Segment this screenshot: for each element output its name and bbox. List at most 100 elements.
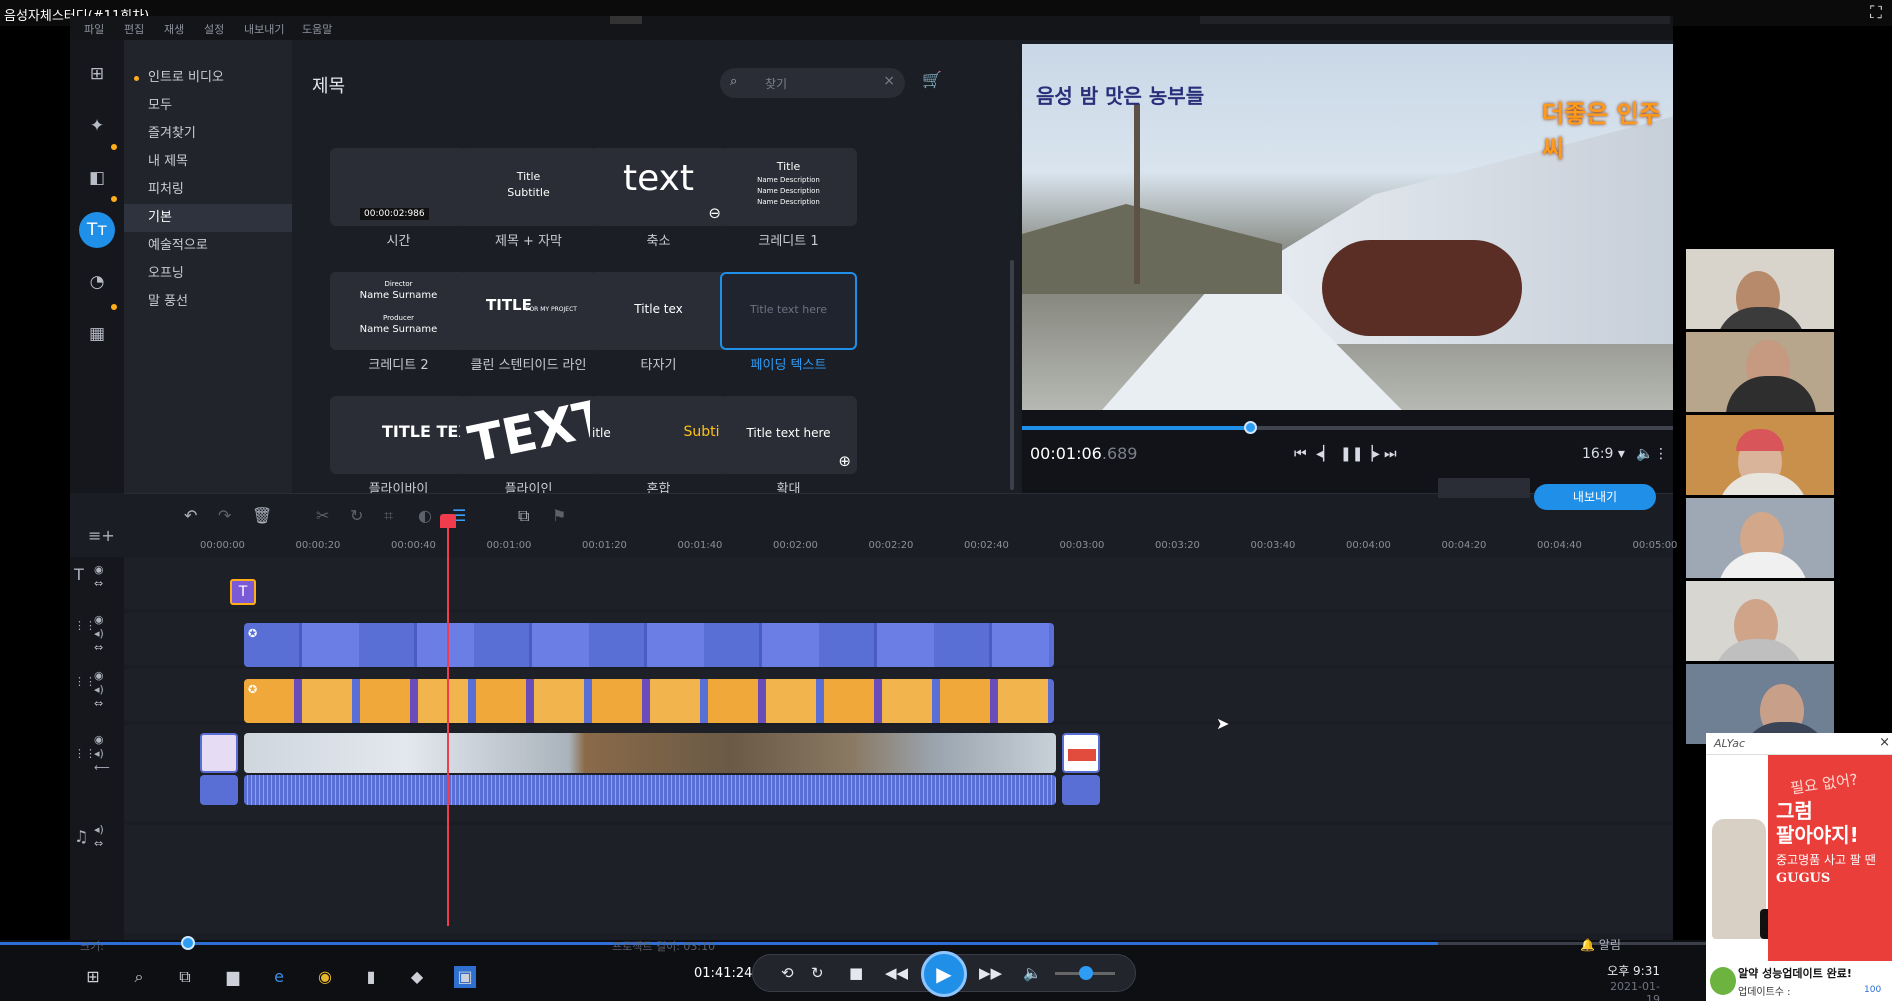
repeat-ab-icon[interactable]: ⟲ xyxy=(781,964,794,982)
play-button[interactable]: ▶ xyxy=(921,951,967,997)
name-overlay-clip[interactable]: ✪ xyxy=(244,679,1054,723)
video-frame[interactable]: 음성 밤 맛은 농부들 더좋은 인주씨 xyxy=(1022,44,1673,410)
title-tile-zoom[interactable]: Title text here ⊕ xyxy=(720,396,857,474)
eye-icon[interactable]: ◉ xyxy=(94,669,104,682)
timeline-ruler[interactable]: 00:00:00 00:00:20 00:00:40 00:01:00 00:01:20… xyxy=(124,537,1677,557)
participant-video[interactable] xyxy=(1686,415,1834,495)
unlink-icon[interactable]: ⇔ xyxy=(94,837,103,850)
participant-video[interactable] xyxy=(1686,332,1834,412)
delete-icon[interactable]: 🗑 xyxy=(252,506,272,525)
eye-icon[interactable]: ◉ xyxy=(94,563,104,576)
menu-settings[interactable]: 설정 xyxy=(204,21,224,37)
title-tile-title-subtitle[interactable]: Title Subtitle xyxy=(460,148,597,226)
next-frame-icon[interactable]: ▕▸ xyxy=(1362,446,1380,462)
clear-icon[interactable]: × xyxy=(883,73,895,89)
link-icon[interactable]: ⇔ xyxy=(94,641,103,654)
fast-forward-icon[interactable]: ▶▶ xyxy=(979,964,1002,982)
movavi-app-icon[interactable]: ▣ xyxy=(454,966,476,988)
menu-play[interactable]: 재생 xyxy=(164,21,184,37)
category-all[interactable]: 모두 xyxy=(124,92,292,120)
overlay-icon[interactable]: ⧉ xyxy=(518,506,529,526)
volume-icon[interactable]: 🔈 xyxy=(1636,446,1653,462)
menu-help[interactable]: 도움말 xyxy=(302,21,332,37)
ad-banner[interactable]: 필요 없어? 그럼 팔아야지! 중고명품 사고 팔 땐 GUGUS xyxy=(1768,755,1892,961)
category-basic[interactable]: 기본 xyxy=(124,204,292,232)
overlay-track-2[interactable]: ✪ xyxy=(124,669,1673,723)
skip-start-icon[interactable]: ⏮ xyxy=(1294,446,1307,462)
category-opening[interactable]: 오프닝 xyxy=(124,260,292,288)
category-favorites[interactable]: 즐겨찾기 xyxy=(124,120,292,148)
volume-handle[interactable] xyxy=(1079,966,1093,980)
close-icon[interactable]: × xyxy=(1879,735,1890,750)
outro-clip[interactable] xyxy=(1062,733,1100,773)
link-icon[interactable]: ⇔ xyxy=(94,697,103,710)
menu-export[interactable]: 내보내기 xyxy=(244,21,284,37)
transition-icon[interactable]: ◧ xyxy=(79,160,115,196)
eye-icon[interactable]: ◉ xyxy=(94,613,104,626)
volume-icon[interactable]: ◂) xyxy=(94,683,104,696)
rewind-icon[interactable]: ◀◀ xyxy=(885,964,908,982)
ad-popup[interactable]: ALYac × 필요 없어? 그럼 팔아야지! 중고명품 사고 팔 땐 GUGU… xyxy=(1706,733,1892,1001)
intro-audio[interactable] xyxy=(200,775,238,805)
cut-icon[interactable]: ✂ xyxy=(316,506,329,525)
title-tile-time[interactable]: 00:00:02:986 xyxy=(330,148,467,226)
magic-wand-icon[interactable]: ✦ xyxy=(79,108,115,144)
skip-end-icon[interactable]: ⏭ xyxy=(1384,446,1397,462)
music-track[interactable] xyxy=(124,825,1673,933)
playhead[interactable] xyxy=(447,516,449,926)
aspect-ratio-select[interactable]: 16:9 ▾ xyxy=(1582,446,1625,462)
intro-clip[interactable] xyxy=(200,733,238,773)
logo-overlay-clip[interactable]: ✪ xyxy=(244,623,1054,667)
video-track[interactable] xyxy=(124,725,1673,821)
participant-video[interactable] xyxy=(1686,664,1834,744)
clock-icon[interactable]: ◔ xyxy=(79,264,115,300)
outro-audio[interactable] xyxy=(1062,775,1100,805)
category-speech-bubble[interactable]: 말 풍선 xyxy=(124,288,292,316)
category-featuring[interactable]: 피처링 xyxy=(124,176,292,204)
windows-start-icon[interactable]: ⊞ xyxy=(82,966,104,988)
chrome-icon[interactable]: ◉ xyxy=(314,966,336,988)
title-tile-flyin[interactable]: TEXT xyxy=(460,396,597,474)
category-intro-video[interactable]: 인트로 비디오 xyxy=(124,64,292,92)
cart-icon[interactable]: 🛒 xyxy=(922,70,942,89)
volume-icon[interactable]: ◂) xyxy=(94,747,104,760)
grid-icon[interactable]: ▦ xyxy=(79,316,115,352)
zoom-slider-handle[interactable] xyxy=(181,936,195,950)
marker-icon[interactable]: ⚑ xyxy=(552,506,566,525)
crop-icon[interactable]: ⌗ xyxy=(384,506,393,526)
file-explorer-icon[interactable]: ▆ xyxy=(222,966,244,988)
undo-icon[interactable]: ↶ xyxy=(184,506,197,525)
main-video-clip[interactable] xyxy=(244,733,1056,773)
titles-scrollbar[interactable] xyxy=(1010,260,1014,490)
app-icon[interactable]: ◆ xyxy=(406,966,428,988)
title-tile-credits-1[interactable]: Title Name Description Name Description … xyxy=(720,148,857,226)
redo-icon[interactable]: ↷ xyxy=(218,506,231,525)
seek-handle[interactable] xyxy=(1243,421,1257,434)
document-icon[interactable]: ▮ xyxy=(360,966,382,988)
overlay-track-1[interactable]: ✪ xyxy=(124,613,1673,667)
eye-icon[interactable]: ◉ xyxy=(94,733,104,746)
prev-frame-icon[interactable]: ◂▏ xyxy=(1316,446,1334,462)
loop-icon[interactable]: ↻ xyxy=(811,964,824,982)
volume-icon[interactable]: ◂) xyxy=(94,823,104,836)
text-track[interactable]: T xyxy=(124,557,1673,609)
task-view-icon[interactable]: ⧉ xyxy=(174,966,196,988)
title-tile-flyby[interactable]: TITLE TEXT H xyxy=(330,396,467,474)
fullscreen-icon[interactable]: ⛶ xyxy=(1866,3,1886,23)
import-icon[interactable]: ⊞ xyxy=(79,56,115,92)
notify-button[interactable]: 🔔 알림 xyxy=(1580,936,1621,953)
main-audio-waveform[interactable] xyxy=(244,775,1056,805)
color-icon[interactable]: ◐ xyxy=(418,506,432,525)
title-clip[interactable]: T xyxy=(230,579,256,605)
volume-icon[interactable]: ◂) xyxy=(94,627,104,640)
menu-edit[interactable]: 편집 xyxy=(124,21,144,37)
add-track-icon[interactable]: ≡+ xyxy=(88,526,115,545)
participant-video[interactable] xyxy=(1686,581,1834,661)
playhead-handle[interactable] xyxy=(440,514,456,528)
titles-icon[interactable]: Tт xyxy=(79,212,115,248)
stop-icon[interactable]: ■ xyxy=(849,964,863,982)
rotate-icon[interactable]: ↻ xyxy=(350,506,363,525)
unlink-icon[interactable]: ⟵ xyxy=(94,761,110,774)
category-my-titles[interactable]: 내 제목 xyxy=(124,148,292,176)
title-tile-mix[interactable]: itle Subtit xyxy=(590,396,727,474)
